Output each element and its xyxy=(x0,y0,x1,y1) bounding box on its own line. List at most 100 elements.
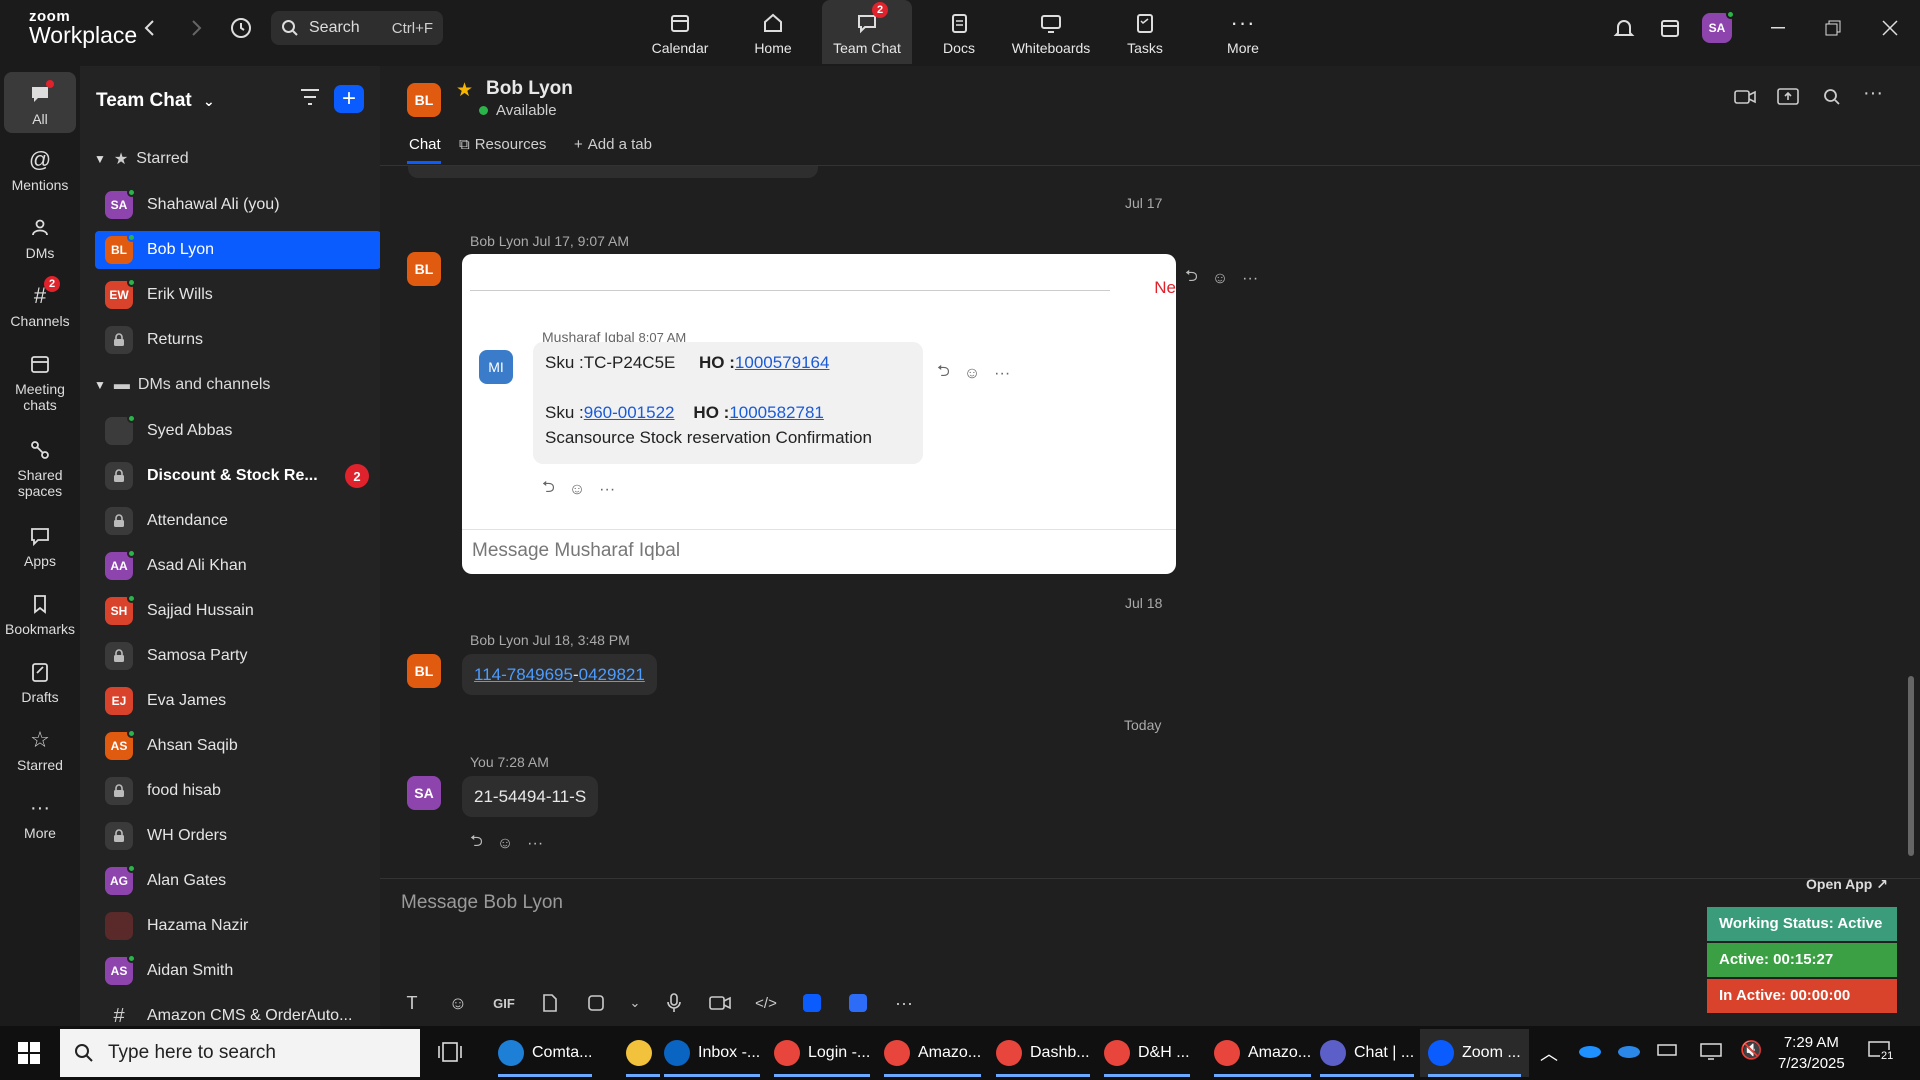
rail-more[interactable]: ··· More xyxy=(4,794,76,842)
back-icon[interactable] xyxy=(136,14,164,42)
calendar-icon[interactable] xyxy=(1656,14,1684,42)
emoji-icon[interactable]: ☺ xyxy=(1212,270,1228,288)
nav-team-chat[interactable]: 2 Team Chat xyxy=(822,0,912,64)
bell-icon[interactable] xyxy=(1610,14,1638,42)
sidebar-item[interactable]: AS Aidan Smith xyxy=(95,952,381,990)
phone-link[interactable]: 0429821 xyxy=(579,665,645,685)
forward-icon[interactable] xyxy=(182,14,210,42)
zoom-app-icon[interactable] xyxy=(798,991,826,1015)
reply-icon[interactable]: ⮌ xyxy=(470,830,483,857)
rail-all[interactable]: All xyxy=(4,72,76,134)
file-icon[interactable] xyxy=(536,991,564,1015)
sidebar-item[interactable]: EW Erik Wills xyxy=(95,276,381,314)
user-avatar[interactable]: SA xyxy=(1702,10,1735,43)
rail-starred[interactable]: ☆ Starred xyxy=(4,726,76,773)
taskbar-app[interactable]: Login -... xyxy=(766,1029,878,1077)
phone-link[interactable]: 114-7849695 xyxy=(474,665,573,685)
battery-icon[interactable] xyxy=(1657,1042,1679,1063)
volume-muted-icon[interactable]: 🔇 xyxy=(1740,1040,1762,1061)
windows-start-icon[interactable] xyxy=(18,1042,40,1069)
video-icon[interactable] xyxy=(1734,88,1756,111)
search-box[interactable]: Search Ctrl+F xyxy=(271,11,443,45)
minimize-icon[interactable] xyxy=(1758,12,1798,44)
rail-mentions[interactable]: @ Mentions xyxy=(4,146,76,193)
sidebar-item[interactable]: SA Shahawal Ali (you) xyxy=(95,186,381,224)
system-clock[interactable]: 7:29 AM 7/23/2025 xyxy=(1778,1032,1845,1074)
sidebar-item[interactable]: AG Alan Gates xyxy=(95,862,381,900)
sidebar-item[interactable]: Discount & Stock Re... 2 xyxy=(95,457,381,495)
close-icon[interactable] xyxy=(1870,12,1910,44)
rail-apps[interactable]: Apps xyxy=(4,522,76,569)
onedrive-icon[interactable] xyxy=(1617,1042,1641,1063)
share-screen-icon[interactable] xyxy=(1777,87,1799,112)
message-avatar[interactable]: BL xyxy=(407,654,441,688)
notifications-icon[interactable]: 21 xyxy=(1868,1040,1895,1067)
emoji-icon[interactable]: ☺ xyxy=(569,481,585,499)
contact-avatar[interactable]: BL xyxy=(407,83,441,117)
chevron-down-icon[interactable]: ⌄ xyxy=(628,991,642,1015)
rail-dms[interactable]: DMs xyxy=(4,214,76,261)
filter-icon[interactable] xyxy=(300,88,320,111)
restore-icon[interactable] xyxy=(1813,12,1853,44)
scrollbar[interactable] xyxy=(1908,676,1914,856)
history-icon[interactable] xyxy=(227,14,255,42)
message-avatar[interactable]: SA xyxy=(407,776,441,810)
section-dms-channels[interactable]: ▼ ▬ DMs and channels xyxy=(94,376,270,394)
tab-chat[interactable]: Chat xyxy=(409,136,441,153)
nav-more[interactable]: ··· More xyxy=(1198,0,1288,64)
new-chat-button[interactable]: + xyxy=(334,85,364,113)
taskbar-app[interactable]: Zoom ... xyxy=(1420,1029,1529,1077)
rail-drafts[interactable]: Drafts xyxy=(4,658,76,705)
order-link[interactable]: 1000582781 xyxy=(729,403,824,422)
emoji-icon[interactable]: ☺ xyxy=(497,835,513,853)
section-starred[interactable]: ▼ ★ Starred xyxy=(94,149,189,169)
gif-button[interactable]: GIF xyxy=(490,991,518,1015)
code-snippet-icon[interactable]: </> xyxy=(752,991,780,1015)
chevron-up-icon[interactable]: ︿ xyxy=(1540,1040,1558,1066)
sidebar-item[interactable]: AA Asad Ali Khan xyxy=(95,547,381,585)
video-message-icon[interactable] xyxy=(706,991,734,1015)
sidebar-item[interactable]: AS Ahsan Saqib xyxy=(95,727,381,765)
star-icon[interactable]: ★ xyxy=(456,79,473,102)
search-icon[interactable] xyxy=(1823,88,1841,111)
sidebar-item[interactable]: food hisab xyxy=(95,772,381,810)
emoji-icon[interactable]: ☺ xyxy=(444,991,472,1015)
taskbar-app[interactable]: Comta... xyxy=(490,1029,600,1077)
rail-meeting-chats[interactable]: Meeting chats xyxy=(4,350,76,413)
chat-app-icon[interactable] xyxy=(844,991,872,1015)
sidebar-item[interactable]: Returns xyxy=(95,321,381,359)
card-message-input[interactable]: Message Musharaf Iqbal xyxy=(472,540,680,562)
taskbar-app[interactable]: Inbox -... xyxy=(656,1029,768,1077)
rail-channels[interactable]: #2 Channels xyxy=(4,276,76,329)
network-icon[interactable] xyxy=(1700,1042,1722,1065)
sidebar-item[interactable]: Hazama Nazir xyxy=(95,907,381,945)
tab-add[interactable]: + Add a tab xyxy=(574,136,652,153)
sidebar-title[interactable]: Team Chat ⌄ xyxy=(96,90,215,112)
reply-icon[interactable]: ⮌ xyxy=(542,476,555,503)
nav-home[interactable]: Home xyxy=(728,0,818,64)
sidebar-item[interactable]: Attendance xyxy=(95,502,381,540)
more-icon[interactable]: ··· xyxy=(890,991,918,1015)
nav-tasks[interactable]: Tasks xyxy=(1100,0,1190,64)
more-icon[interactable]: ··· xyxy=(527,835,543,853)
open-app-link[interactable]: Open App ↗ xyxy=(1806,876,1888,893)
more-options-icon[interactable]: ··· xyxy=(1863,82,1883,105)
taskbar-search[interactable]: Type here to search xyxy=(60,1029,420,1077)
onedrive-icon[interactable] xyxy=(1578,1042,1602,1063)
sidebar-item[interactable]: WH Orders xyxy=(95,817,381,855)
screenshot-icon[interactable] xyxy=(582,991,610,1015)
nav-calendar[interactable]: Calendar xyxy=(635,0,725,64)
more-icon[interactable]: ··· xyxy=(1242,270,1258,288)
reply-icon[interactable]: ⮌ xyxy=(1185,265,1198,292)
order-link[interactable]: 1000579164 xyxy=(735,353,830,372)
inner-message-avatar[interactable]: MI xyxy=(479,350,513,384)
taskbar-app[interactable]: Amazo... xyxy=(876,1029,989,1077)
sidebar-item[interactable]: EJ Eva James xyxy=(95,682,381,720)
tab-resources[interactable]: ⧉ Resources xyxy=(459,136,546,153)
task-view-icon[interactable] xyxy=(438,1040,462,1069)
microphone-icon[interactable] xyxy=(660,991,688,1015)
emoji-icon[interactable]: ☺ xyxy=(964,365,980,383)
more-icon[interactable]: ··· xyxy=(994,365,1010,383)
message-avatar[interactable]: BL xyxy=(407,252,441,286)
nav-whiteboards[interactable]: Whiteboards xyxy=(1006,0,1096,64)
